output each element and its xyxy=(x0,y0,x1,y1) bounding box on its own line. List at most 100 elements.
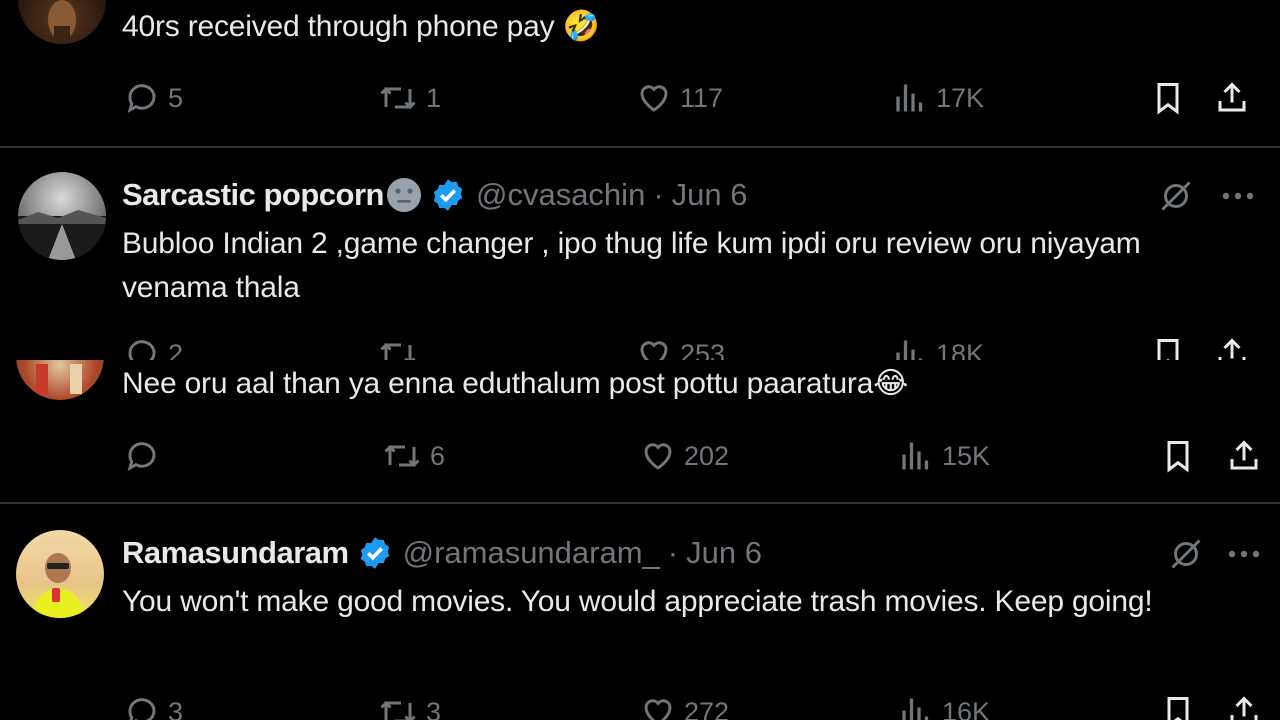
heart-icon xyxy=(644,699,672,720)
repost-icon xyxy=(384,444,420,468)
tweet-text-content: 40rs received through phone pay xyxy=(122,10,555,43)
avatar[interactable] xyxy=(16,360,104,400)
tweet-text: Nee oru aal than ya enna eduthalum post … xyxy=(122,362,1202,406)
share-icon xyxy=(1218,338,1246,360)
like-button[interactable]: 117 xyxy=(636,80,723,116)
like-button[interactable]: 202 xyxy=(640,438,729,474)
heart-icon xyxy=(640,85,668,112)
separator-dot: · xyxy=(667,535,679,570)
tweet-header: Sarcastic popcorn @cvasachin · Jun 6 xyxy=(122,175,747,215)
bookmark-button[interactable] xyxy=(1150,336,1186,360)
neutral-face-emoji xyxy=(386,178,421,212)
share-icon xyxy=(1218,82,1246,112)
verified-badge-icon xyxy=(360,537,389,569)
bookmark-button[interactable] xyxy=(1150,80,1186,116)
reply-button[interactable]: 2 xyxy=(124,336,183,360)
like-count: 253 xyxy=(680,338,726,361)
like-button[interactable]: 272 xyxy=(640,694,729,720)
tweet-text-content: Nee oru aal than ya enna eduthalum post … xyxy=(122,367,874,400)
more-icon xyxy=(1228,550,1260,558)
repost-button[interactable] xyxy=(378,336,426,360)
bookmark-icon xyxy=(1167,441,1189,473)
reply-icon xyxy=(128,340,156,360)
like-count: 117 xyxy=(680,82,724,113)
tweet-header: Ramasundaram @ramasundaram_ · Jun 6 xyxy=(122,533,762,573)
user-handle[interactable]: @ramasundaram_ xyxy=(403,535,660,571)
tears-of-joy-emoji: 😂 xyxy=(873,367,909,400)
share-icon xyxy=(1230,440,1258,470)
repost-count: 1 xyxy=(426,82,442,113)
tweet-1[interactable]: 40rs received through phone pay 🤣 5 1 11… xyxy=(0,0,1280,146)
repost-button[interactable]: 3 xyxy=(378,694,441,720)
like-count: 202 xyxy=(684,440,730,471)
reply-count: 5 xyxy=(168,82,184,113)
reply-icon xyxy=(127,442,156,472)
like-count: 272 xyxy=(684,696,730,720)
more-icon xyxy=(1222,192,1254,200)
views-icon xyxy=(896,84,923,112)
reply-button[interactable] xyxy=(124,438,168,474)
views-button[interactable]: 17K xyxy=(892,80,984,116)
tweet-date[interactable]: Jun 6 xyxy=(686,535,762,571)
repost-count: 3 xyxy=(426,696,442,720)
tweet-date[interactable]: Jun 6 xyxy=(672,177,748,213)
repost-button[interactable]: 1 xyxy=(378,80,441,116)
share-button[interactable] xyxy=(1214,80,1250,116)
views-count: 16K xyxy=(942,696,991,720)
bookmark-icon xyxy=(1157,83,1179,115)
avatar[interactable] xyxy=(18,172,106,260)
views-icon xyxy=(896,340,923,360)
reply-button[interactable]: 5 xyxy=(124,80,183,116)
views-icon xyxy=(902,698,929,720)
reply-count: 3 xyxy=(168,696,184,720)
tweet-text: You won't make good movies. You would ap… xyxy=(122,585,1153,618)
reply-icon xyxy=(128,698,156,720)
avatar[interactable] xyxy=(16,530,104,618)
avatar[interactable] xyxy=(18,0,106,44)
repost-button[interactable]: 6 xyxy=(382,438,445,474)
grok-button[interactable] xyxy=(1156,176,1196,216)
repost-icon xyxy=(380,700,416,720)
heart-icon xyxy=(640,341,668,360)
tweet-4[interactable]: Ramasundaram @ramasundaram_ · Jun 6 You … xyxy=(0,504,1280,720)
separator-dot: · xyxy=(653,177,664,212)
bookmark-icon xyxy=(1167,697,1189,720)
views-count: 15K xyxy=(942,440,991,471)
bookmark-button[interactable] xyxy=(1160,438,1196,474)
bookmark-button[interactable] xyxy=(1160,694,1196,720)
more-options-button[interactable] xyxy=(1224,534,1264,574)
repost-count: 6 xyxy=(430,440,446,471)
screenshot-panel-top: 40rs received through phone pay 🤣 5 1 11… xyxy=(0,0,1280,360)
tweet-2[interactable]: Sarcastic popcorn @cvasachin · Jun 6 Bub… xyxy=(0,148,1280,360)
views-button[interactable]: 18K xyxy=(892,336,984,360)
verified-badge-icon xyxy=(433,179,463,211)
repost-icon xyxy=(380,86,416,110)
rofl-emoji: 🤣 xyxy=(562,10,600,43)
views-button[interactable]: 16K xyxy=(898,694,990,720)
user-handle[interactable]: @cvasachin xyxy=(476,177,645,213)
views-count: 18K xyxy=(936,338,985,361)
views-icon xyxy=(902,442,929,470)
grok-icon xyxy=(1171,539,1201,569)
reply-count: 2 xyxy=(168,338,184,361)
reply-icon xyxy=(127,84,156,114)
like-button[interactable]: 253 xyxy=(636,336,725,360)
share-icon xyxy=(1230,696,1258,720)
share-button[interactable] xyxy=(1214,336,1250,360)
tweet-3[interactable]: Nee oru aal than ya enna eduthalum post … xyxy=(0,360,1280,502)
grok-icon xyxy=(1161,181,1191,211)
tweet-text: Bubloo Indian 2 ,game changer , ipo thug… xyxy=(122,227,1141,304)
bookmark-icon xyxy=(1157,339,1179,360)
display-name[interactable]: Ramasundaram xyxy=(122,535,349,571)
reply-button[interactable]: 3 xyxy=(124,694,183,720)
screenshot-panel-bottom: Nee oru aal than ya enna eduthalum post … xyxy=(0,360,1280,720)
views-button[interactable]: 15K xyxy=(898,438,990,474)
share-button[interactable] xyxy=(1226,438,1262,474)
share-button[interactable] xyxy=(1226,694,1262,720)
repost-icon xyxy=(380,342,416,360)
display-name[interactable]: Sarcastic popcorn xyxy=(122,177,384,213)
more-options-button[interactable] xyxy=(1218,176,1258,216)
grok-button[interactable] xyxy=(1166,534,1206,574)
views-count: 17K xyxy=(936,82,985,113)
tweet-text: 40rs received through phone pay 🤣 xyxy=(122,5,1202,49)
